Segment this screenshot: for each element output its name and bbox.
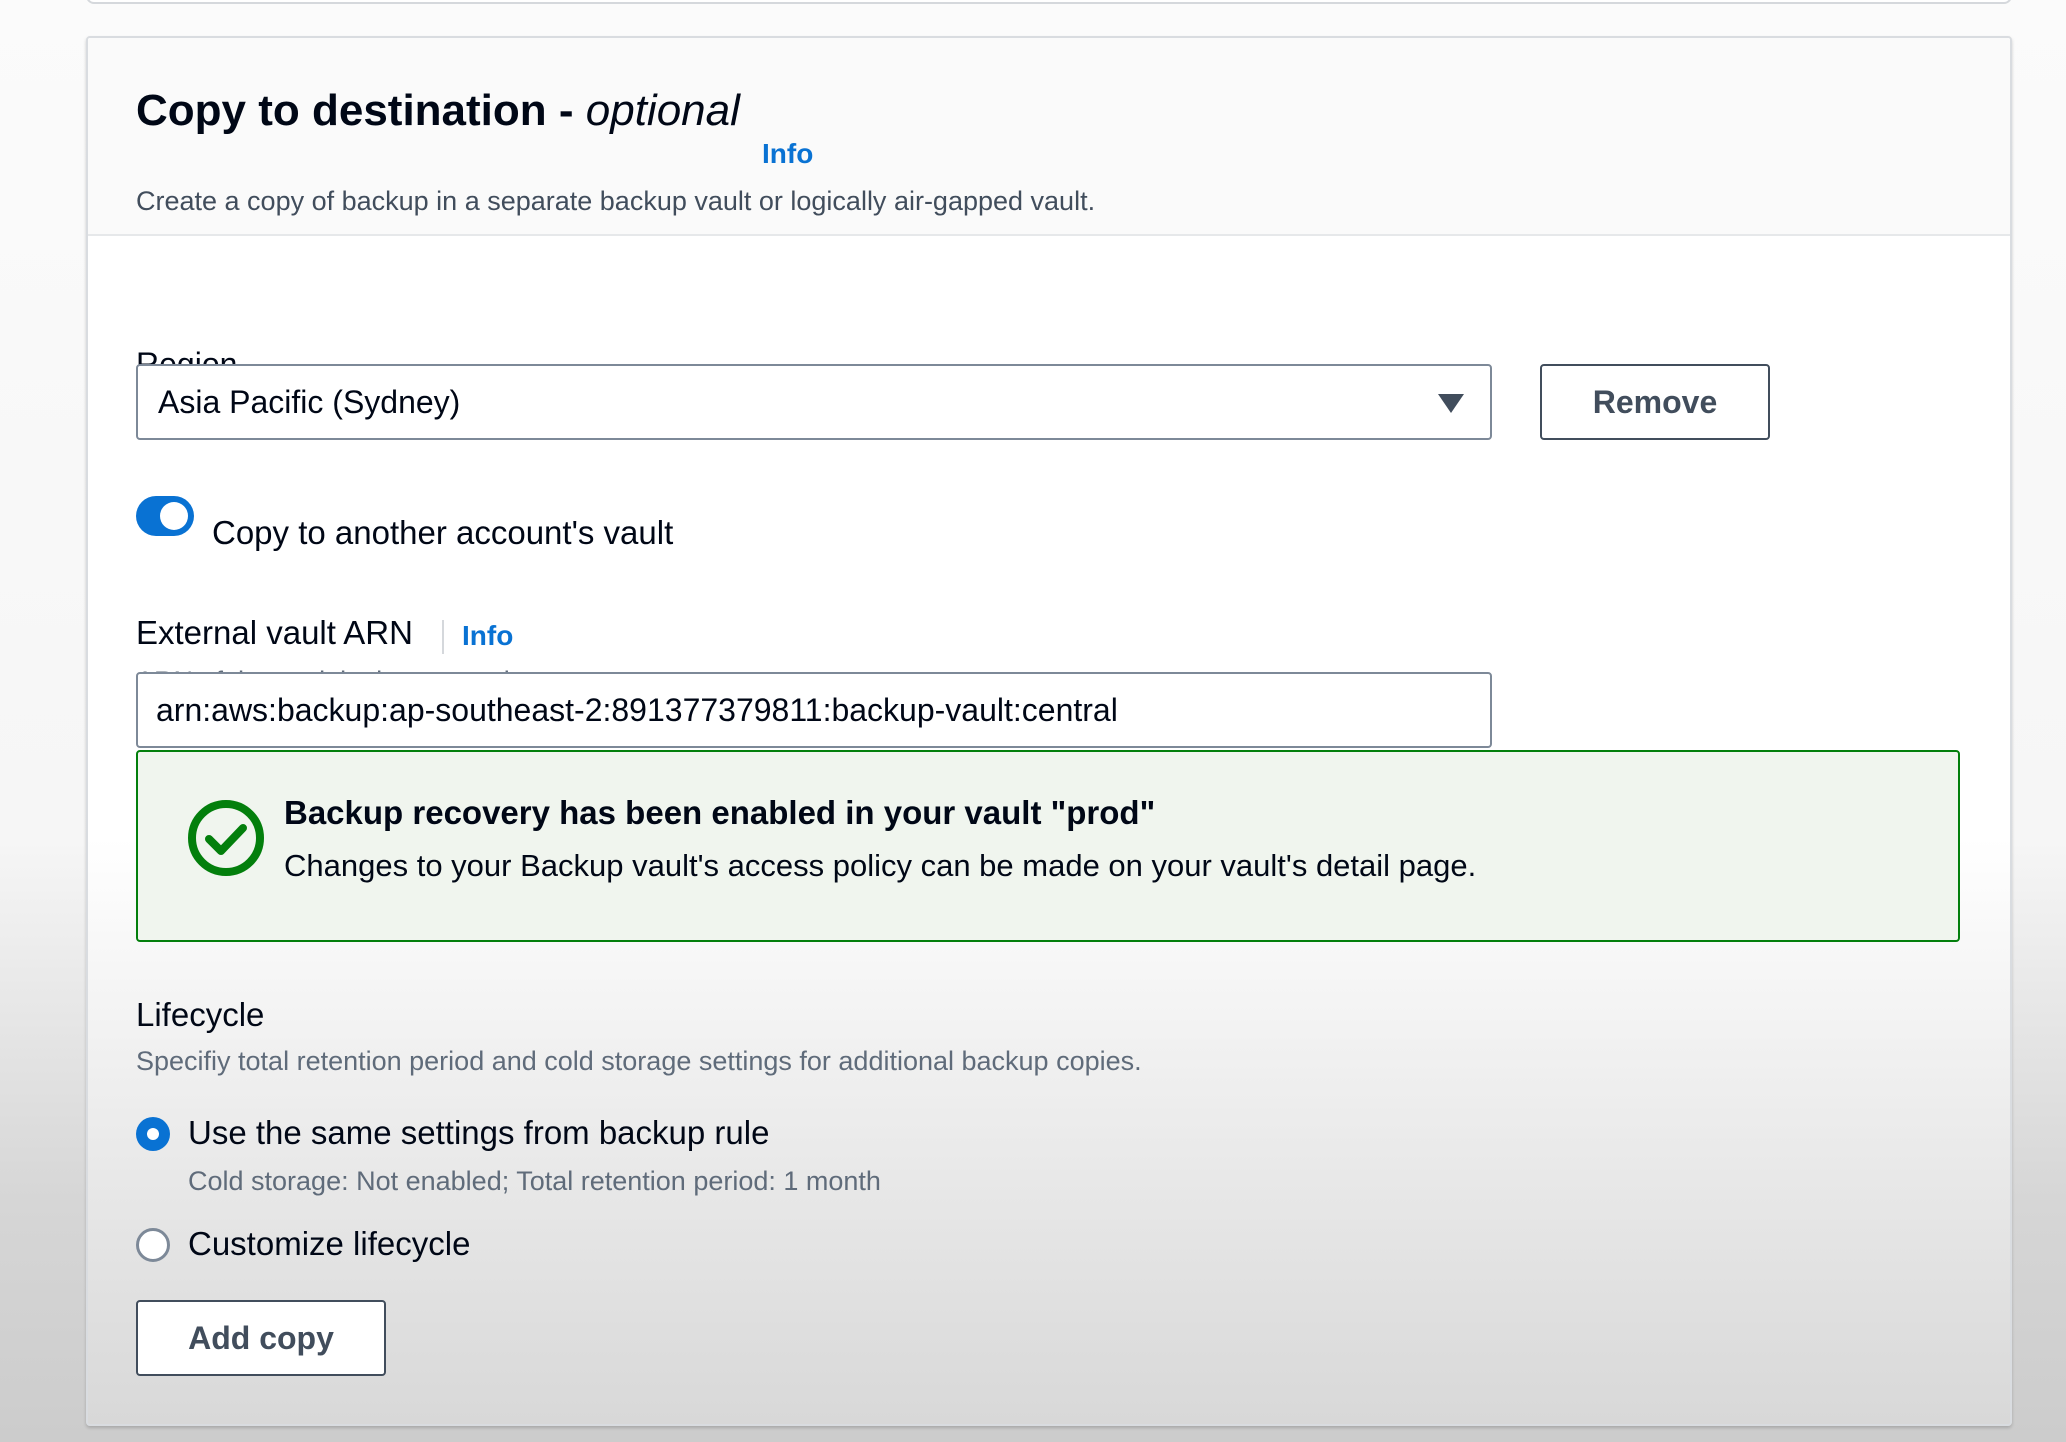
radio-same-settings[interactable]: [136, 1117, 170, 1151]
radio-customize-lifecycle[interactable]: [136, 1228, 170, 1262]
copy-to-destination-panel: Copy to destination - optional Info Crea…: [86, 36, 2012, 1426]
section-title-separator: -: [546, 86, 586, 135]
lifecycle-label: Lifecycle: [136, 996, 265, 1033]
radio-same-settings-label[interactable]: Use the same settings from backup rule: [188, 1114, 769, 1152]
radio-same-settings-description: Cold storage: Not enabled; Total retenti…: [188, 1166, 881, 1196]
lifecycle-description: Specifiy total retention period and cold…: [136, 1046, 1142, 1076]
region-select-value: Asia Pacific (Sydney): [158, 384, 461, 420]
check-circle-icon: [188, 800, 264, 876]
copy-to-another-account-label[interactable]: Copy to another account's vault: [212, 514, 673, 552]
alert-title: Backup recovery has been enabled in your…: [284, 794, 1156, 831]
remove-button[interactable]: Remove: [1540, 364, 1770, 440]
label-divider: [442, 620, 444, 654]
add-copy-button[interactable]: Add copy: [136, 1300, 386, 1376]
external-vault-arn-input[interactable]: [136, 672, 1492, 748]
region-select[interactable]: Asia Pacific (Sydney): [136, 364, 1492, 440]
section-description: Create a copy of backup in a separate ba…: [136, 186, 1096, 216]
external-vault-info-link[interactable]: Info: [462, 620, 513, 652]
panel-header: Copy to destination - optional Info Crea…: [88, 38, 2010, 236]
copy-to-another-account-toggle[interactable]: [136, 496, 194, 536]
section-title-text: Copy to destination: [136, 86, 547, 135]
radio-selected-dot: [147, 1128, 159, 1140]
previous-card-edge: [86, 0, 2012, 4]
alert-body: Changes to your Backup vault's access po…: [284, 848, 1477, 883]
toggle-knob: [160, 502, 188, 530]
section-title: Copy to destination - optional: [136, 86, 740, 136]
caret-down-icon: [1438, 394, 1464, 413]
radio-customize-lifecycle-label[interactable]: Customize lifecycle: [188, 1225, 470, 1263]
success-alert: Backup recovery has been enabled in your…: [136, 750, 1960, 942]
external-vault-arn-label: External vault ARN: [136, 614, 413, 651]
section-info-link[interactable]: Info: [762, 138, 813, 170]
section-title-optional: optional: [585, 86, 740, 135]
